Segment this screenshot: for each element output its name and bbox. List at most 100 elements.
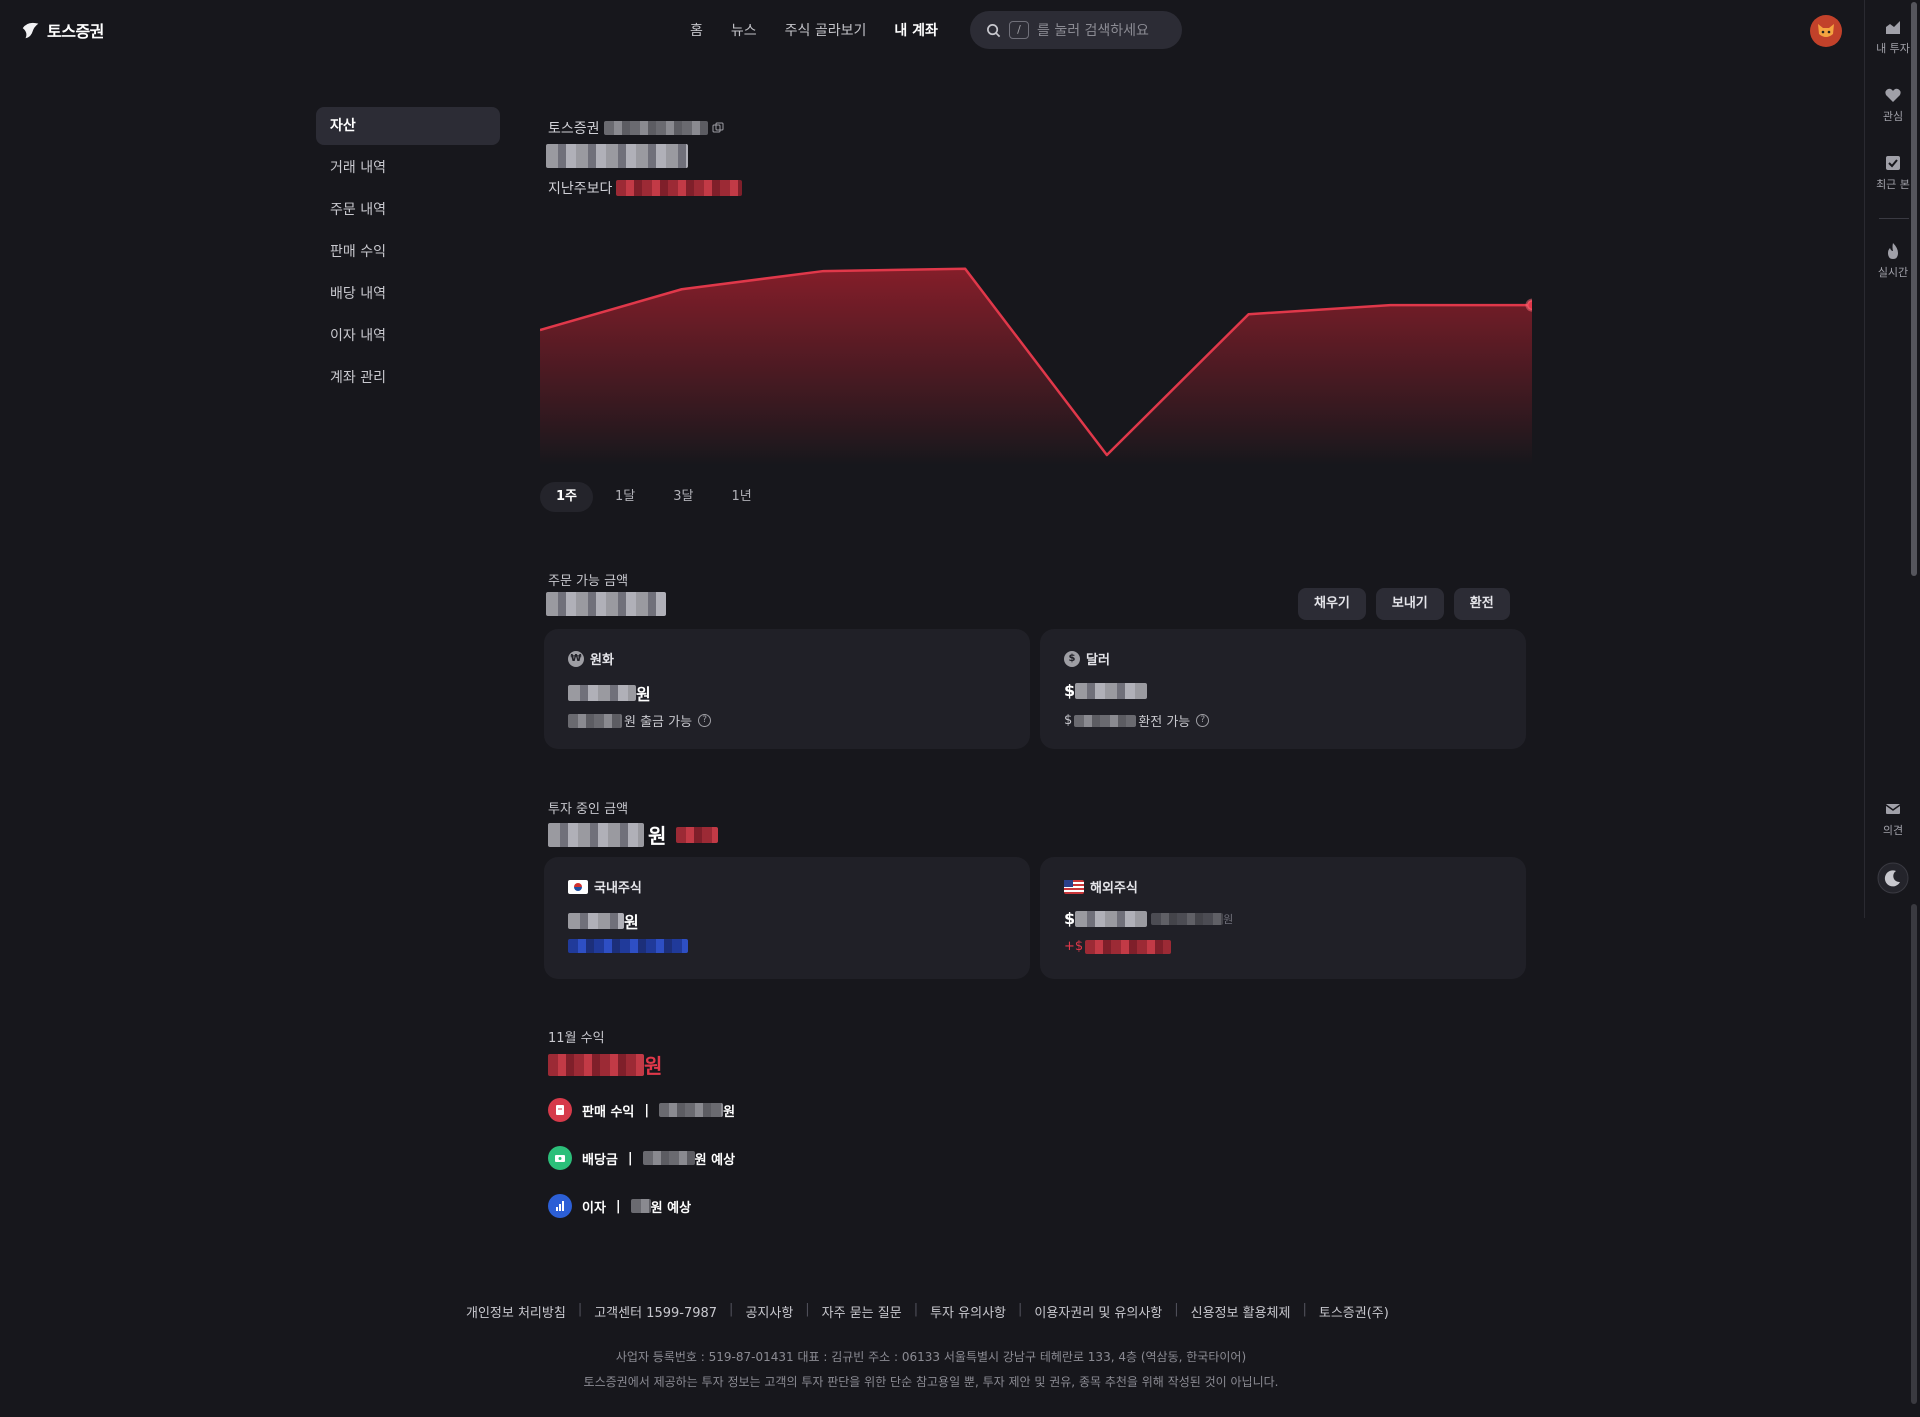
- usd-sub-prefix: $: [1064, 713, 1073, 728]
- transfer-button[interactable]: 보내기: [1375, 588, 1444, 620]
- krw-unit: 원: [636, 685, 651, 704]
- period-1w[interactable]: 1주: [540, 482, 594, 512]
- nav-news[interactable]: 뉴스: [731, 20, 757, 40]
- sidebar-item-transactions[interactable]: 거래 내역: [316, 149, 500, 187]
- account-number-line: 토스증권: [548, 118, 724, 138]
- usd-amount: $: [1064, 681, 1148, 700]
- sidebar-item-dividends[interactable]: 배당 내역: [316, 275, 500, 313]
- monthly-label: 11월 수익: [548, 1031, 605, 1046]
- rail-label: 실시간: [1877, 266, 1909, 279]
- exchange-button[interactable]: 환전: [1453, 588, 1510, 620]
- footer-links: 개인정보 처리방침 | 고객센터 1599-7987 | 공지사항 | 자주 묻는 질…: [466, 1302, 1389, 1321]
- dark-mode-toggle[interactable]: [1865, 862, 1920, 898]
- rail-feedback[interactable]: 의견: [1865, 800, 1920, 838]
- footer-link-faq[interactable]: 자주 묻는 질문: [822, 1302, 902, 1321]
- krw-title-label: 원화: [590, 653, 614, 668]
- period-1y[interactable]: 1년: [715, 482, 767, 512]
- redacted-domestic-change: [568, 939, 688, 953]
- toss-logo-icon: [22, 22, 39, 39]
- redacted-interest: [630, 1199, 651, 1213]
- domestic-amount: 원: [568, 909, 639, 933]
- nav-home[interactable]: 홈: [690, 20, 703, 40]
- orderable-actions: 채우기 보내기 환전: [1298, 588, 1510, 620]
- domestic-change: [568, 939, 688, 953]
- usd-card[interactable]: $ 달러 $ $ 환전 가능 ?: [1040, 629, 1526, 749]
- redacted-weekly-change: [616, 180, 743, 196]
- sidebar-item-assets[interactable]: 자산: [316, 107, 500, 145]
- redacted-dividend: [642, 1151, 695, 1165]
- account-sidebar: 자산 거래 내역 주문 내역 판매 수익 배당 내역 이자 내역 계좌 관리: [316, 107, 500, 401]
- usd-exchangeable-label: 환전 가능: [1138, 715, 1191, 730]
- footer-link-credit-info[interactable]: 신용정보 활용체제: [1191, 1302, 1291, 1321]
- redacted-account-number: [603, 121, 708, 135]
- copy-icon[interactable]: [712, 122, 724, 134]
- check-icon: [1886, 156, 1900, 170]
- rail-label: 의견: [1882, 824, 1904, 837]
- redacted-usd-amount: [1075, 682, 1148, 699]
- domestic-title: 국내주식: [568, 877, 642, 896]
- foreign-gain-prefix: +$: [1064, 939, 1084, 954]
- redacted-krw-withdrawable: [568, 713, 622, 728]
- receipt-icon: [548, 1098, 572, 1122]
- dollar-coin-icon: $: [1064, 650, 1080, 667]
- sidebar-item-interest[interactable]: 이자 내역: [316, 317, 500, 355]
- rail-divider: [1879, 218, 1909, 219]
- usd-prefix: $: [1064, 681, 1076, 700]
- redacted-orderable-amount: [546, 592, 666, 616]
- deposit-button[interactable]: 채우기: [1298, 588, 1366, 620]
- dividend-suffix: 원 예상: [694, 1152, 736, 1168]
- redacted-usd-exchangeable: [1074, 714, 1137, 727]
- krw-amount: 원: [568, 681, 651, 705]
- search-placeholder: 를 눌러 검색하세요: [1037, 23, 1149, 39]
- period-3m[interactable]: 3달: [657, 482, 709, 512]
- foreign-title-label: 해외주식: [1090, 881, 1138, 896]
- footer-link-company[interactable]: 토스증권(주): [1319, 1302, 1389, 1321]
- help-icon[interactable]: ?: [1196, 714, 1210, 727]
- foreign-prefix: $: [1064, 909, 1076, 928]
- sidebar-item-sales-profit[interactable]: 판매 수익: [316, 233, 500, 271]
- footer-link-privacy[interactable]: 개인정보 처리방침: [466, 1302, 566, 1321]
- foreign-change: +$: [1064, 939, 1172, 954]
- avatar[interactable]: [1810, 15, 1842, 47]
- krw-title: ₩ 원화: [568, 649, 614, 668]
- chart-point: [1525, 298, 1532, 312]
- footer-link-support[interactable]: 고객센터 1599-7987: [594, 1302, 717, 1321]
- nav-my-account[interactable]: 내 계좌: [894, 20, 938, 40]
- asset-chart[interactable]: [540, 225, 1532, 465]
- rail-label: 최근 본: [1876, 178, 1910, 191]
- dividend-row[interactable]: 배당금 | 원 예상: [548, 1146, 735, 1170]
- period-1m[interactable]: 1달: [599, 482, 651, 512]
- main-nav: 홈 뉴스 주식 골라보기 내 계좌: [690, 20, 938, 40]
- foreign-stock-card[interactable]: 해외주식 $ 원 +$: [1040, 857, 1526, 979]
- monthly-amount: 원: [548, 1050, 662, 1079]
- sales-profit-row[interactable]: 판매 수익 | 원: [548, 1098, 735, 1122]
- krw-withdrawable-label: 원 출금 가능: [624, 715, 693, 730]
- us-flag-icon: [1064, 879, 1084, 894]
- nav-stock-screener[interactable]: 주식 골라보기: [785, 20, 867, 40]
- sidebar-item-account-settings[interactable]: 계좌 관리: [316, 359, 500, 397]
- search-input[interactable]: / 를 눌러 검색하세요: [970, 11, 1182, 49]
- scrollbar[interactable]: [1911, 2, 1917, 576]
- foreign-krw-unit: 원: [1223, 912, 1234, 926]
- logo[interactable]: 토스증권: [20, 18, 104, 42]
- separator: |: [615, 1198, 621, 1214]
- footer-link-user-rights[interactable]: 이용자권리 및 유의사항: [1034, 1302, 1162, 1321]
- search-shortcut-key: /: [1009, 21, 1029, 39]
- footer-disclaimer: 토스증권에서 제공하는 투자 정보는 고객의 투자 판단을 위한 단순 참고용일…: [583, 1375, 1279, 1389]
- redacted-foreign-krw: [1151, 912, 1224, 925]
- monthly-unit: 원: [644, 1054, 663, 1078]
- dividend-icon: [548, 1146, 572, 1170]
- interest-row[interactable]: 이자 | 원 예상: [548, 1194, 691, 1218]
- orderable-label: 주문 가능 금액: [548, 574, 629, 589]
- help-icon[interactable]: ?: [698, 714, 712, 727]
- scrollbar-track: [1911, 904, 1917, 1404]
- krw-card[interactable]: ₩ 원화 원 원 출금 가능 ?: [544, 629, 1030, 749]
- usd-title-label: 달러: [1086, 653, 1110, 668]
- footer-link-investment-caution[interactable]: 투자 유의사항: [930, 1302, 1006, 1321]
- sidebar-item-orders[interactable]: 주문 내역: [316, 191, 500, 229]
- domestic-stock-card[interactable]: 국내주식 원: [544, 857, 1030, 979]
- redacted-total-assets: [546, 144, 688, 168]
- fire-icon: [1888, 243, 1898, 259]
- domestic-title-label: 국내주식: [594, 881, 642, 896]
- footer-link-notice[interactable]: 공지사항: [745, 1302, 793, 1321]
